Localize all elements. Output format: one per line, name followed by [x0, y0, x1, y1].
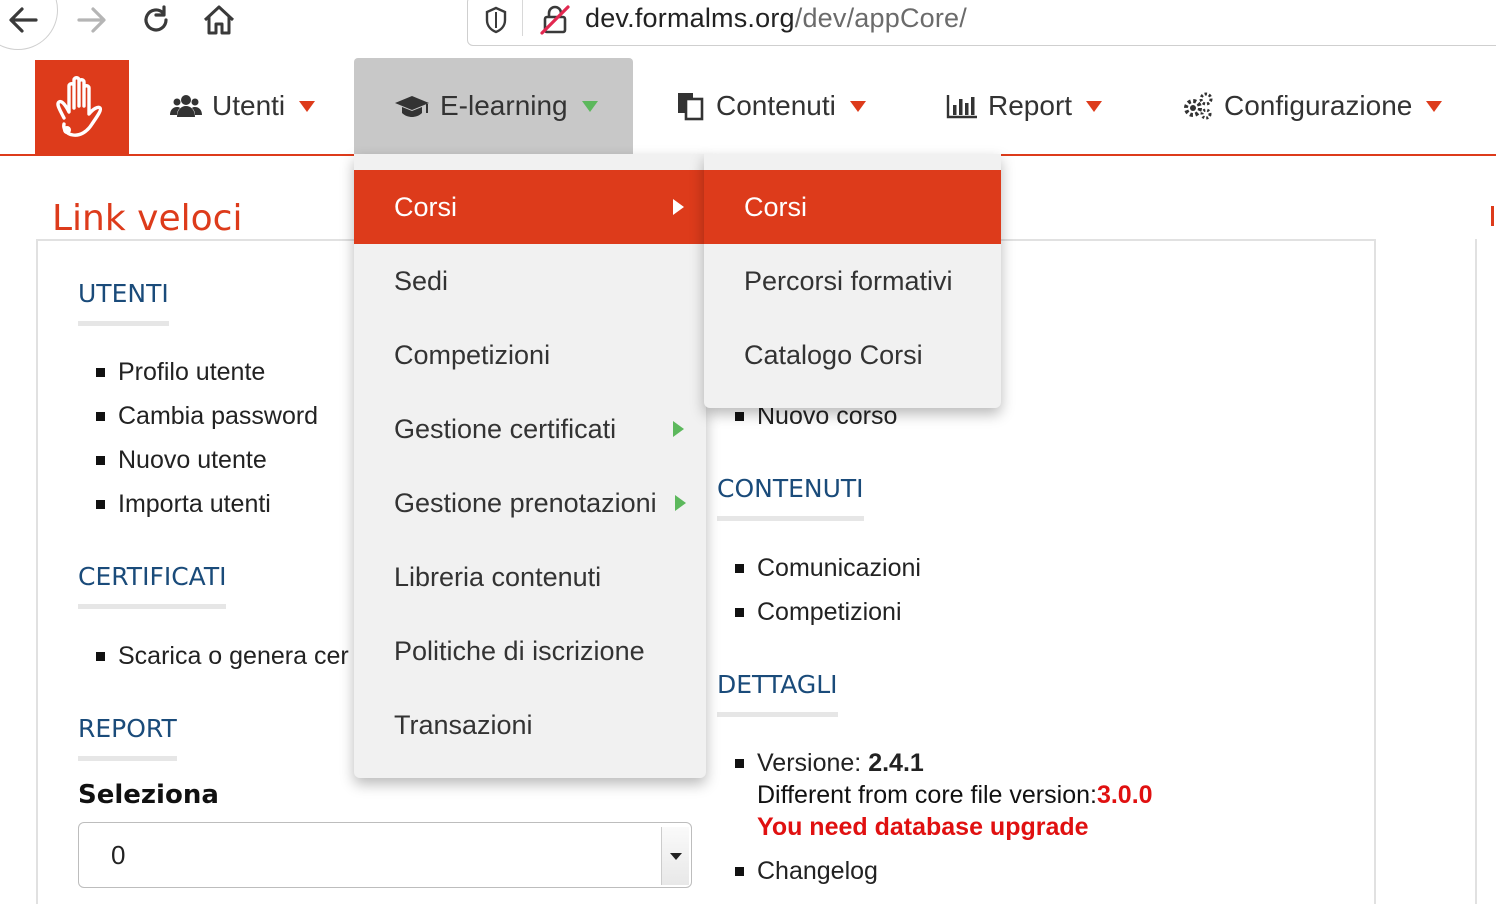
nav-label: Configurazione [1224, 90, 1413, 121]
section-heading-contenuti: CONTENUTI [717, 474, 864, 521]
url-host: dev.formalms.org [585, 3, 795, 33]
menu-item-label: Gestione prenotazioni [394, 488, 657, 518]
menu-item-gestione-prenotazioni[interactable]: Gestione prenotazioni [354, 466, 706, 540]
link-importa-utenti[interactable]: Importa utenti [78, 482, 318, 526]
submenu-arrow-icon [673, 421, 684, 437]
nav-label: Utenti [212, 90, 286, 121]
link-profilo-utente[interactable]: Profilo utente [78, 350, 318, 394]
reload-button[interactable] [136, 0, 176, 40]
menu-item-politiche-iscrizione[interactable]: Politiche di iscrizione [354, 614, 706, 688]
link-competizioni[interactable]: Competizioni [717, 590, 921, 634]
e-learning-dropdown: Corsi Sedi Competizioni Gestione certifi… [354, 154, 706, 778]
main-navigation: Utenti E-learning Contenuti Report Confi… [0, 58, 1496, 156]
caret-down-icon [299, 100, 316, 112]
nav-e-learning[interactable]: E-learning [354, 58, 633, 154]
nav-report[interactable]: Report [946, 58, 1103, 154]
link-scarica-certificati[interactable]: Scarica o genera cer [78, 634, 349, 678]
menu-item-competizioni[interactable]: Competizioni [354, 318, 706, 392]
page-title: Link veloci [52, 198, 243, 239]
menu-item-label: Transazioni [394, 710, 533, 740]
menu-item-transazioni[interactable]: Transazioni [354, 688, 706, 762]
url-separator [522, 0, 523, 36]
version-label: Versione: [757, 749, 869, 777]
insecure-lock-icon[interactable] [535, 0, 575, 40]
core-version-line: Different from core file version:3.0.0 [757, 781, 1153, 810]
menu-item-label: Corsi [394, 192, 458, 222]
upgrade-warning: You need database upgrade [757, 813, 1089, 841]
menu-item-gestione-certificati[interactable]: Gestione certificati [354, 392, 706, 466]
nav-label: E-learning [440, 90, 568, 121]
utenti-links: Profilo utente Cambia password Nuovo ute… [78, 350, 318, 526]
reload-icon [144, 5, 168, 32]
menu-item-label: Politiche di iscrizione [394, 636, 645, 666]
link-cambia-password[interactable]: Cambia password [78, 394, 318, 438]
home-icon [203, 5, 235, 35]
gears-icon [1182, 91, 1214, 121]
back-arrow-icon[interactable] [0, 0, 46, 40]
forma-logo[interactable] [35, 60, 129, 156]
version-item: Versione: 2.4.1 [717, 741, 924, 785]
caret-down-icon [849, 100, 866, 112]
right-panel-edge [1475, 239, 1477, 904]
link-nuovo-utente[interactable]: Nuovo utente [78, 438, 318, 482]
menu-item-label: Sedi [394, 266, 449, 296]
forward-button[interactable] [72, 0, 112, 40]
users-icon [170, 93, 202, 119]
core-version-value: 3.0.0 [1096, 781, 1153, 809]
corsi-submenu: Corsi Percorsi formativi Catalogo Corsi [704, 154, 1001, 408]
report-select[interactable]: 0 [78, 822, 692, 888]
bar-chart-icon [946, 93, 978, 119]
caret-down-icon [581, 100, 598, 112]
submenu-arrow-icon [673, 199, 684, 215]
shield-icon[interactable] [480, 0, 512, 40]
submenu-item-catalogo-corsi[interactable]: Catalogo Corsi [704, 318, 1001, 392]
menu-item-label: Libreria contenuti [394, 562, 602, 592]
contenuti-links: Comunicazioni Competizioni [717, 546, 921, 634]
changelog-list: Changelog [717, 849, 878, 893]
caret-down-icon [1086, 100, 1103, 112]
version-value: 2.4.1 [868, 749, 924, 777]
copy-icon [676, 91, 706, 121]
nav-label: Contenuti [716, 90, 836, 121]
core-diff-label: Different from core file version: [757, 781, 1097, 809]
right-panel-title-fragment [1491, 206, 1494, 226]
section-heading-dettagli: DETTAGLI [717, 670, 838, 717]
nav-configurazione[interactable]: Configurazione [1182, 58, 1443, 154]
forward-arrow-icon [77, 7, 106, 33]
url-path: /dev/appCore/ [794, 3, 967, 33]
menu-item-label: Competizioni [394, 340, 551, 370]
caret-down-icon [1426, 100, 1443, 112]
menu-item-libreria-contenuti[interactable]: Libreria contenuti [354, 540, 706, 614]
menu-item-sedi[interactable]: Sedi [354, 244, 706, 318]
submenu-item-corsi[interactable]: Corsi [704, 170, 1001, 244]
browser-toolbar: dev.formalms.org/dev/appCore/ [0, 0, 1496, 52]
nav-utenti[interactable]: Utenti [170, 58, 316, 154]
section-heading-report: REPORT [78, 714, 177, 761]
dettagli-list: Versione: 2.4.1 [717, 741, 924, 785]
nav-label: Report [988, 90, 1073, 121]
section-heading-utenti: UTENTI [78, 279, 169, 326]
graduation-cap-icon [394, 94, 430, 118]
select-label: Seleziona [78, 780, 219, 810]
select-arrow-icon[interactable] [661, 827, 689, 885]
submenu-arrow-icon [675, 495, 686, 511]
section-heading-certificati: CERTIFICATI [78, 562, 227, 609]
submenu-item-percorsi-formativi[interactable]: Percorsi formativi [704, 244, 1001, 318]
certificati-links: Scarica o genera cer [78, 634, 349, 678]
menu-item-corsi[interactable]: Corsi [354, 170, 706, 244]
hand-logo-icon [56, 76, 103, 137]
url-text[interactable]: dev.formalms.org/dev/appCore/ [585, 3, 967, 34]
select-value: 0 [111, 840, 126, 870]
link-comunicazioni[interactable]: Comunicazioni [717, 546, 921, 590]
nav-contenuti[interactable]: Contenuti [676, 58, 866, 154]
home-button[interactable] [198, 0, 240, 40]
link-changelog[interactable]: Changelog [717, 849, 878, 893]
menu-item-label: Gestione certificati [394, 414, 617, 444]
